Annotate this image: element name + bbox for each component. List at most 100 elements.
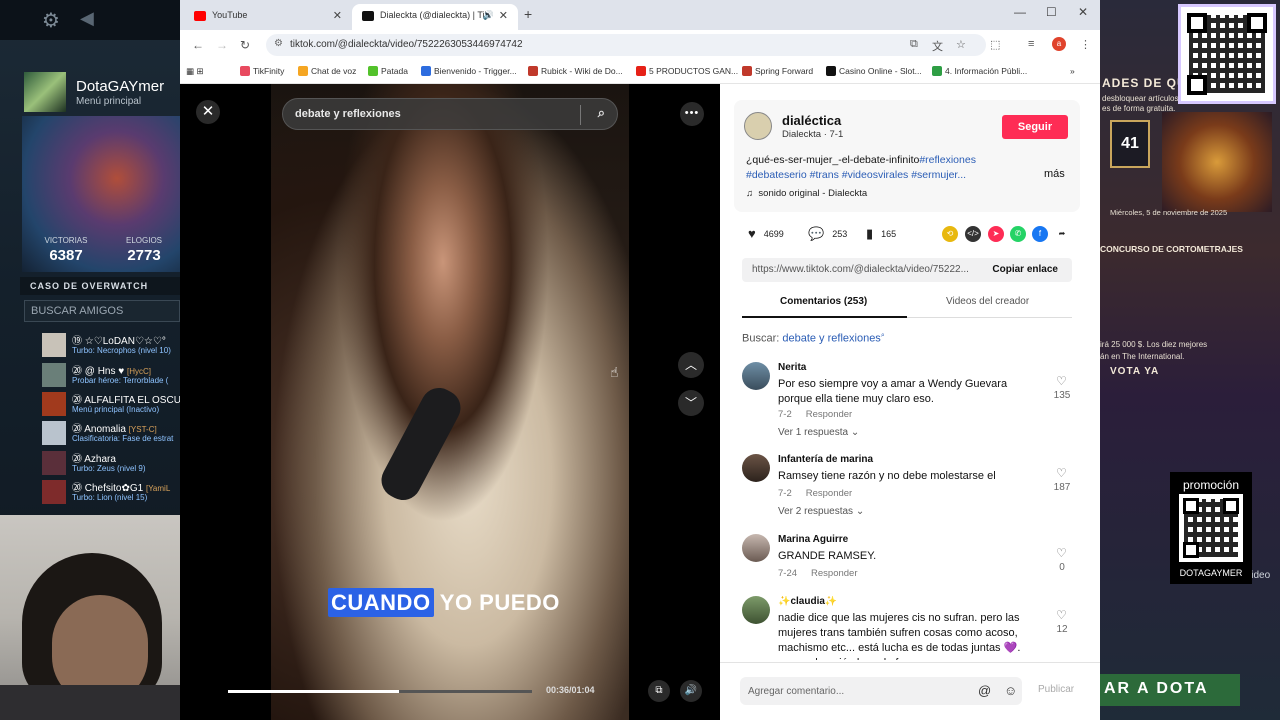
hashtag-link[interactable]: #videosvirales [842,169,909,181]
avatar[interactable] [742,362,770,390]
volume-icon[interactable]: 🔊 [680,680,702,702]
gear-icon[interactable]: ⚙ [42,8,60,33]
pip-icon[interactable]: ⧉ [648,680,670,702]
back-arrow-icon[interactable]: ◀ [80,8,94,29]
bookmark-item[interactable]: Spring Forward [742,66,813,76]
bookmarks-apps-icon[interactable]: ▦ ⊞ [186,66,204,77]
like-button[interactable]: ♥ 4699 [748,226,784,241]
author-username[interactable]: dialéctica [782,113,841,128]
hashtag-link[interactable]: #debateserio [746,169,807,181]
bookmark-item[interactable]: Chat de voz [298,66,356,76]
media-icon[interactable]: ≡ [1028,38,1034,50]
more-options-icon[interactable]: ••• [680,102,704,126]
view-replies[interactable]: Ver 2 respuestas ⌄ [778,506,864,517]
speaker-icon[interactable]: 🔊 [483,10,494,21]
repost-icon[interactable]: ⟲ [942,226,958,242]
vote-now[interactable]: VOTA YA [1110,366,1159,377]
more-bookmarks-icon[interactable]: » [1070,66,1075,76]
view-replies[interactable]: Ver 1 respuesta ⌄ [778,427,859,438]
sound-link[interactable]: ♫ sonido original - Dialeckta [746,188,867,199]
reload-icon[interactable]: ↻ [240,38,250,52]
avatar[interactable] [742,454,770,482]
heart-icon[interactable]: ♡ [1056,374,1067,388]
comment-button[interactable]: 💬 253 [808,226,847,242]
video-search-input[interactable]: debate y reflexiones ⌕ [282,98,618,130]
emoji-icon[interactable]: ☺ [1004,683,1017,698]
previous-video-button[interactable]: ︿ [678,352,704,378]
reply-button[interactable]: Responder [811,568,857,579]
copy-link-button[interactable]: Copiar enlace [992,264,1058,275]
bookmark-icon: ▮ [866,226,874,241]
avatar [42,363,66,387]
bookmark-item[interactable]: Patada [368,66,408,76]
video-progress-bar[interactable] [228,690,532,693]
mention-icon[interactable]: @ [978,683,991,698]
bookmark-item[interactable]: Bienvenido - Trigger... [421,66,517,76]
url-field[interactable]: ⚙ tiktok.com/@dialeckta/video/7522263053… [266,34,986,56]
hashtag-link[interactable]: #reflexiones [919,154,976,166]
bookmark-item[interactable]: 5 PRODUCTOS GAN... [636,66,738,76]
close-icon[interactable]: ✕ [333,9,342,22]
friend-item[interactable]: ⑳ Anomalia [YST-C] Clasificatoria: Fase d… [42,420,180,446]
search-icon[interactable]: ⌕ [598,105,605,121]
share-arrow-icon[interactable]: ➦ [1054,226,1070,242]
friend-item[interactable]: ⑲ ☆♡LoDAN♡☆♡° Turbo: Necrophos (nivel 10) [42,332,180,358]
whatsapp-icon[interactable]: ✆ [1010,226,1026,242]
next-video-button[interactable]: ﹀ [678,390,704,416]
friend-item[interactable]: ⑳ @ Hns ♥ [HycC] Probar héroe: Terrorblad… [42,362,180,388]
heart-icon[interactable]: ♡ [1056,466,1067,480]
minimize-button[interactable]: — [1014,5,1026,19]
hashtag-link[interactable]: #sermujer... [911,169,966,181]
publish-button[interactable]: Publicar [1038,684,1074,695]
close-video-button[interactable]: ✕ [196,100,220,124]
avatar[interactable] [742,596,770,624]
chevron-down-icon: ⌄ [850,427,860,438]
play-dota-banner[interactable]: AR A DOTA [1100,674,1240,706]
hashtag-link[interactable]: #trans [810,169,839,181]
maximize-button[interactable]: ☐ [1046,5,1057,19]
forward-icon[interactable]: → [216,38,228,52]
bookmark-star-icon[interactable]: ☆ [956,38,966,51]
author-avatar[interactable] [744,112,772,140]
new-tab-button[interactable]: + [524,6,532,22]
tab-comments[interactable]: Comentarios (253) [780,296,867,307]
heart-icon[interactable]: ♡ [1056,608,1067,622]
menu-icon[interactable]: ⋮ [1080,38,1091,51]
bookmark-item[interactable]: Rubick - Wiki de Do... [528,66,623,76]
translate-icon[interactable]: 文 [932,38,943,54]
site-info-icon[interactable]: ⚙ [274,38,283,49]
overwatch-case[interactable]: CASO DE OVERWATCH [20,277,180,295]
friend-item[interactable]: ⑳ Chefsito✿G1 [YamiL Turbo: Lion (nivel 1… [42,479,180,505]
search-term-link[interactable]: debate y reflexiones [782,333,880,345]
save-button[interactable]: ▮ 165 [866,226,896,242]
avatar [42,392,66,416]
bookmark-item[interactable]: TikFinity [240,66,284,76]
more-link[interactable]: más [1044,168,1065,180]
tab-tiktok[interactable]: Dialeckta (@dialeckta) | Tik 🔊 ✕ [352,4,518,30]
friend-item[interactable]: ⑳ ALFALFITA EL OSCU Menú principal (Inact… [42,391,180,417]
avatar[interactable] [742,534,770,562]
bookmark-item[interactable]: Casino Online - Slot... [826,66,922,76]
tab-creator-videos[interactable]: Videos del creador [946,296,1029,307]
close-icon[interactable]: ✕ [499,9,508,22]
video-player[interactable]: ✕ debate y reflexiones ⌕ ••• ︿ ﹀ ☝ CUAND… [180,84,720,720]
extensions-icon[interactable]: ⬚ [990,38,1000,51]
dota-profile[interactable]: DotaGAYmer Menú principal [24,72,180,112]
profile-avatar[interactable]: a [1052,37,1066,51]
follow-button[interactable]: Seguir [1002,115,1068,139]
reply-button[interactable]: Responder [806,409,852,420]
close-window-button[interactable]: ✕ [1078,5,1088,19]
heart-icon[interactable]: ♡ [1056,546,1067,560]
tab-youtube[interactable]: YouTube ✕ [184,4,352,30]
bookmark-item[interactable]: 4. Información Públi... [932,66,1027,76]
video-frame [271,84,629,720]
reply-button[interactable]: Responder [806,488,852,499]
cast-icon[interactable]: ⧉ [910,38,918,51]
embed-icon[interactable]: </> [965,226,981,242]
facebook-icon[interactable]: f [1032,226,1048,242]
friends-search-input[interactable]: BUSCAR AMIGOS [24,300,180,322]
send-icon[interactable]: ➤ [988,226,1004,242]
friend-item[interactable]: ⑳ Azhara Turbo: Zeus (nivel 9) [42,450,180,476]
share-link-field[interactable]: https://www.tiktok.com/@dialeckta/video/… [742,258,1072,282]
back-icon[interactable]: ← [192,38,204,52]
